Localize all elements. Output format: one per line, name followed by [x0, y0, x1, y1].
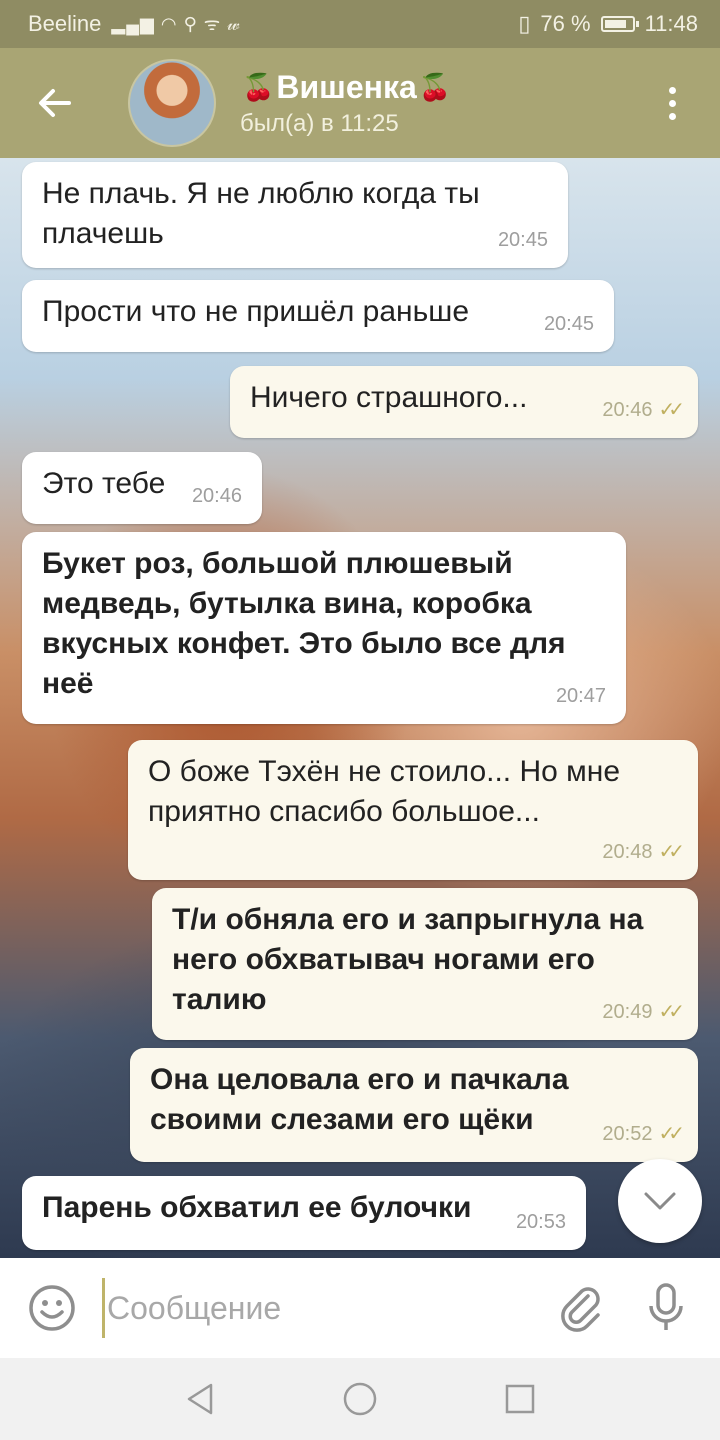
message-time: 20:46: [602, 399, 653, 421]
message-bubble[interactable]: Т/и обняла его и запрыгнула на него обхв…: [152, 888, 698, 1040]
microphone-button[interactable]: [638, 1280, 694, 1336]
message-bubble[interactable]: Букет роз, большой плюшевый медведь, бут…: [22, 532, 626, 724]
status-bar: Beeline ▂▄▆ ◠ ⚲ ᯤ 𝓌 ▯ 76 % 11:48: [0, 0, 720, 48]
message-time: 20:53: [515, 1211, 566, 1233]
message-bubble[interactable]: О боже Тэхён не стоило... Но мне приятно…: [128, 740, 698, 880]
nav-recents-button[interactable]: [500, 1379, 540, 1419]
attach-button[interactable]: [554, 1280, 610, 1336]
search-icon: ⚲: [183, 13, 198, 34]
back-button[interactable]: [0, 48, 110, 158]
battery-icon: [600, 16, 639, 32]
message-text: Прости что не пришёл раньше: [42, 295, 470, 328]
message-text: Букет роз, большой плюшевый медведь, бут…: [42, 547, 566, 700]
cherry-icon: 🍒: [418, 72, 452, 102]
cherry-icon: 🍒: [242, 72, 275, 102]
arrow-left-icon: [39, 89, 71, 117]
signal-icon: ▂▄▆: [111, 13, 155, 34]
message-time: 20:46: [191, 485, 242, 507]
more-vert-icon[interactable]: [642, 48, 702, 158]
chat-title-block[interactable]: 🍒 Вишенка 🍒 был(а) в 11:25: [240, 68, 642, 138]
message-input[interactable]: Сообщение: [102, 1278, 526, 1338]
message-bubble[interactable]: Ничего страшного... 20:46 ✓✓: [230, 366, 698, 438]
emoji-button[interactable]: [26, 1282, 78, 1334]
message-time: 20:52: [602, 1123, 653, 1145]
emoji-icon: [29, 1285, 75, 1331]
message-bubble[interactable]: Прости что не пришёл раньше 20:45: [22, 280, 614, 352]
wifi-icon: ◠: [160, 13, 178, 34]
message-time: 20:45: [497, 229, 548, 251]
message-bubble[interactable]: Не плачь. Я не люблю когда ты плачешь 20…: [22, 162, 568, 268]
rss-icon: ᯤ: [203, 14, 222, 34]
message-input-bar: Сообщение: [0, 1258, 720, 1358]
nav-home-button[interactable]: [340, 1379, 380, 1419]
message-bubble[interactable]: Это тебе 20:46: [22, 452, 262, 524]
message-bubble[interactable]: Парень обхватил ее булочки 20:53: [22, 1176, 586, 1250]
message-text: Не плачь. Я не люблю когда ты плачешь: [42, 177, 480, 250]
message-bubble[interactable]: Она целовала его и пачкала своими слезам…: [130, 1048, 698, 1162]
nav-back-button[interactable]: [180, 1379, 220, 1419]
microphone-icon: [649, 1283, 683, 1330]
vibrate-icon: ▯: [518, 11, 531, 36]
message-time: 20:47: [555, 685, 606, 707]
double-check-icon: ✓✓: [658, 1123, 684, 1145]
avatar[interactable]: [128, 59, 216, 147]
message-text: О боже Тэхён не стоило... Но мне приятно…: [148, 755, 621, 828]
message-time: 20:49: [602, 1001, 653, 1023]
back-triangle-icon: [187, 1383, 213, 1415]
system-navigation-bar: [0, 1358, 720, 1440]
recents-square-icon: [505, 1384, 535, 1414]
carrier-label: Beeline: [28, 11, 102, 36]
w-icon: 𝓌: [227, 13, 241, 34]
double-check-icon: ✓✓: [658, 841, 684, 863]
chat-header: 🍒 Вишенка 🍒 был(а) в 11:25: [0, 48, 720, 158]
paperclip-icon: [561, 1287, 600, 1332]
chevron-down-icon: [644, 1192, 676, 1210]
home-circle-icon: [343, 1382, 377, 1416]
message-time: 20:45: [543, 313, 594, 335]
clock: 11:48: [644, 11, 698, 36]
double-check-icon: ✓✓: [658, 399, 684, 421]
chat-title: Вишенка: [276, 69, 417, 105]
battery-percent: 76 %: [540, 11, 591, 36]
last-seen-status: был(а) в 11:25: [240, 110, 399, 137]
scroll-down-button[interactable]: [618, 1159, 702, 1243]
chat-area[interactable]: Не плачь. Я не люблю когда ты плачешь 20…: [0, 158, 720, 1258]
double-check-icon: ✓✓: [658, 1001, 684, 1023]
message-text: Она целовала его и пачкала своими слезам…: [150, 1063, 569, 1136]
message-text: Парень обхватил ее булочки: [42, 1191, 472, 1224]
message-time: 20:48: [602, 841, 653, 863]
